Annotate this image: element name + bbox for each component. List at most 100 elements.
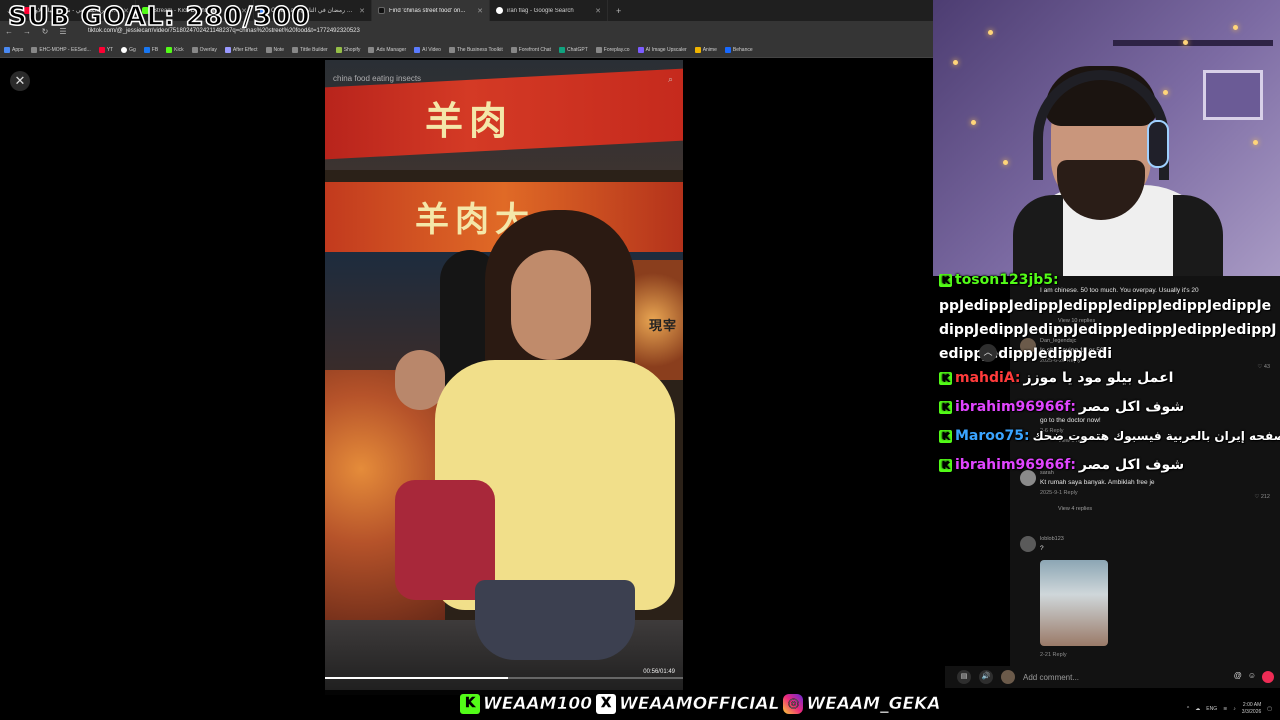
notification-icon[interactable]: ▢ xyxy=(1267,706,1272,712)
bookmark[interactable]: Shopify xyxy=(335,46,360,53)
streamer-vest xyxy=(1173,195,1223,276)
bookmarks-bar: Apps EHC-MOHP - EESed... YT Gg FB Kick O… xyxy=(0,42,933,58)
bookmark[interactable]: Apps xyxy=(4,46,23,53)
comment-meta[interactable]: 2025-9-1 Reply xyxy=(1040,490,1280,496)
bookmark[interactable]: Anime xyxy=(694,46,717,53)
tiktok-favicon-icon xyxy=(378,7,385,14)
close-tab-icon[interactable]: ✕ xyxy=(477,7,483,15)
instagram-handle: ◎ WEAAM_GEKA xyxy=(783,694,941,714)
search-icon[interactable]: ⌕ xyxy=(668,74,673,85)
chat-message: K ibrahim96966f: شوف اكل مصر xyxy=(939,399,1184,415)
cloud-icon[interactable]: ☁ xyxy=(1195,706,1200,712)
kick-badge-icon: K xyxy=(939,371,952,385)
bookmark[interactable]: Ads Manager xyxy=(368,46,406,53)
shopify-icon xyxy=(335,46,342,53)
chat-message-text: شوف صفحه إيران بالعربية فيسبوك هتموت ضحك xyxy=(1032,429,1280,443)
comment-meta[interactable]: 2-21 Reply xyxy=(1040,652,1280,658)
comment-input[interactable]: Add comment... xyxy=(1023,673,1226,682)
speaker-icon[interactable]: ♪ xyxy=(1233,706,1236,712)
comment-input-bar: ▤ 🔊 Add comment... @ ☺ xyxy=(945,666,1280,688)
chat-username: ibrahim96966f: xyxy=(955,457,1076,473)
language-indicator[interactable]: ENG xyxy=(1206,706,1217,712)
fairy-light xyxy=(988,30,993,35)
chat-message: K mahdiA: اعمل بيلو مود يا موزز xyxy=(939,370,1173,386)
browser-tab[interactable]: iran flag - Google Search ✕ xyxy=(490,0,608,21)
bookmark[interactable]: ChatGPT xyxy=(558,46,588,53)
bookmark[interactable]: FB xyxy=(143,46,158,53)
chat-message: K toson123jb5: xyxy=(939,272,1059,288)
new-tab-button[interactable]: + xyxy=(608,6,629,16)
fairy-light xyxy=(971,120,976,125)
fairy-light xyxy=(1163,90,1168,95)
bookmark[interactable]: After Effect xyxy=(224,46,258,53)
chat-username: ibrahim96966f: xyxy=(955,399,1076,415)
webcam-feed xyxy=(933,0,1280,276)
comment-image[interactable] xyxy=(1040,560,1108,646)
video-person-face xyxy=(511,250,591,360)
bookmark[interactable]: Foreplay.co xyxy=(595,46,630,53)
folder-icon xyxy=(595,46,602,53)
bookmark[interactable]: YT xyxy=(98,46,113,53)
x-handle: X WEAAMOFFICIAL xyxy=(596,694,780,714)
fairy-light xyxy=(953,60,958,65)
bookmark[interactable]: EHC-MOHP - EESed... xyxy=(31,46,91,53)
bookmark[interactable]: Behance xyxy=(724,46,753,53)
folder-icon xyxy=(368,46,375,53)
folder-icon xyxy=(191,46,198,53)
volume-icon[interactable]: 🔊 xyxy=(979,670,993,684)
instagram-icon: ◎ xyxy=(783,694,804,714)
video-progress-fill xyxy=(325,677,508,679)
bookmark[interactable]: AI Image Upscaler xyxy=(637,46,687,53)
clock[interactable]: 2:00 AM 3/3/2026 xyxy=(1242,702,1261,716)
close-tab-icon[interactable]: ✕ xyxy=(595,7,601,15)
anime-icon xyxy=(694,46,701,53)
chevron-up-icon[interactable]: ︿ xyxy=(979,344,997,362)
wifi-icon[interactable]: ≋ xyxy=(1223,706,1227,712)
chat-username: Maroo75: xyxy=(955,428,1030,444)
video-progress-bar[interactable] xyxy=(325,677,683,679)
close-icon[interactable]: ✕ xyxy=(10,71,30,91)
bookmark[interactable]: Forefront Chat xyxy=(510,46,551,53)
headphone-earcup xyxy=(1147,120,1169,168)
fairy-light xyxy=(1183,40,1188,45)
bookmark[interactable]: Gg xyxy=(121,46,136,53)
clipboard-icon[interactable]: ▤ xyxy=(957,670,971,684)
sub-goal-text: SUB GOAL: 280/300 xyxy=(7,1,311,33)
chat-message-text: اعمل بيلو مود يا موزز xyxy=(1023,370,1174,386)
google-favicon-icon xyxy=(496,7,503,14)
kick-icon: K xyxy=(460,694,480,714)
avatar[interactable] xyxy=(1020,536,1036,552)
folder-icon xyxy=(292,46,299,53)
post-comment-button[interactable] xyxy=(1262,671,1274,683)
chat-message-text: شوف اكل مصر xyxy=(1078,399,1185,415)
chat-message: K ibrahim96966f: شوف اكل مصر xyxy=(939,457,1184,473)
bookmark[interactable]: Kick xyxy=(166,46,184,53)
view-replies-button[interactable]: View 4 replies xyxy=(1058,506,1280,512)
bookmark[interactable]: AI Video xyxy=(414,46,441,53)
browser-tab-active[interactable]: Find 'chinas street food' on... ✕ xyxy=(372,0,490,21)
google-icon xyxy=(121,46,128,53)
comment-author[interactable]: loblob123 xyxy=(1040,536,1280,542)
tray-chevron-icon[interactable]: ^ xyxy=(1187,706,1189,712)
kick-badge-icon: K xyxy=(939,458,952,472)
kick-handle: K WEAAM100 xyxy=(460,694,592,714)
bookmark[interactable]: Overlay xyxy=(191,46,217,53)
bookmark[interactable]: Tittle Builder xyxy=(292,46,328,53)
bookmark[interactable]: Note xyxy=(265,46,284,53)
emoji-icon[interactable]: ☺ xyxy=(1248,671,1256,683)
comment-text: Kt rumah saya banyak. Ambiklah free je xyxy=(1040,479,1155,486)
apps-icon xyxy=(4,46,10,53)
chat-username: toson123jb5: xyxy=(955,272,1059,288)
stream-chat-overlay: K toson123jb5: ppJedippJedippJedippJedip… xyxy=(939,270,1280,480)
sign-text-top: 羊肉 xyxy=(425,98,514,143)
tiktok-video-page: ✕ 羊肉 羊肉大 現宰 china food eating insects ⌕ … xyxy=(0,58,933,720)
close-tab-icon[interactable]: ✕ xyxy=(359,7,365,15)
bookmark[interactable]: The Business Toolkit xyxy=(448,46,503,53)
video-player[interactable]: 羊肉 羊肉大 現宰 china food eating insects ⌕ 00… xyxy=(325,60,683,695)
webcam-picture-frame xyxy=(1203,70,1263,120)
video-search-overlay[interactable]: china food eating insects ⌕ xyxy=(333,74,673,90)
mention-icon[interactable]: @ xyxy=(1234,671,1242,683)
comment-likes[interactable]: ♡ 212 xyxy=(1254,494,1270,500)
comment-text: ? xyxy=(1040,545,1044,552)
behance-icon xyxy=(724,46,731,53)
